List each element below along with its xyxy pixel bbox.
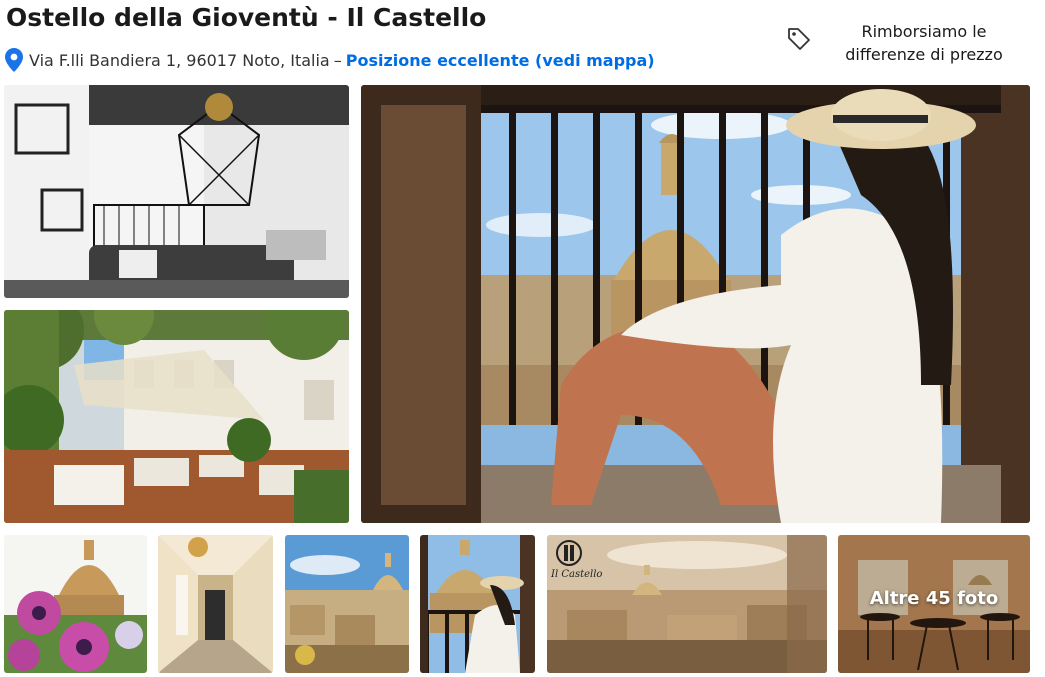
photo-logo-text: Il Castello [551, 569, 603, 580]
more-photos-label: Altre 45 foto [869, 587, 999, 609]
photo-main-balcony[interactable] [361, 85, 1030, 523]
photo-terrace-image [4, 310, 349, 523]
photo-city-panorama-image [547, 535, 827, 673]
address-row: Via F.lli Bandiera 1, 96017 Noto, Italia… [5, 47, 655, 73]
map-pin-icon [5, 48, 23, 72]
property-title: Ostello della Gioventù - Il Castello [6, 3, 487, 32]
photo-dome-flowers[interactable] [4, 535, 147, 673]
more-photos-tile[interactable]: Altre 45 foto [838, 535, 1030, 673]
address-text: Via F.lli Bandiera 1, 96017 Noto, Italia [29, 50, 330, 70]
address-separator: – [333, 50, 342, 70]
price-match-badge[interactable]: Rimborsiamo le differenze di prezzo [786, 18, 1036, 68]
photo-terrace[interactable] [4, 310, 349, 523]
price-tag-icon [786, 26, 812, 52]
photo-corridor[interactable] [158, 535, 273, 673]
photo-city-view[interactable] [285, 535, 409, 673]
photo-main-balcony-image [361, 85, 1030, 523]
photo-corridor-image [158, 535, 273, 673]
location-map-link[interactable]: Posizione eccellente (vedi mappa) [346, 51, 655, 70]
photo-woman-dome-image [420, 535, 535, 673]
photo-woman-dome[interactable] [420, 535, 535, 673]
photo-city-panorama[interactable]: Il Castello [547, 535, 827, 673]
photo-lounge-image [4, 85, 349, 298]
more-photos-overlay: Altre 45 foto [838, 535, 1030, 673]
price-match-text: Rimborsiamo le differenze di prezzo [845, 22, 1003, 64]
photo-lounge[interactable] [4, 85, 349, 298]
photo-dome-flowers-image [4, 535, 147, 673]
photo-city-view-image [285, 535, 409, 673]
